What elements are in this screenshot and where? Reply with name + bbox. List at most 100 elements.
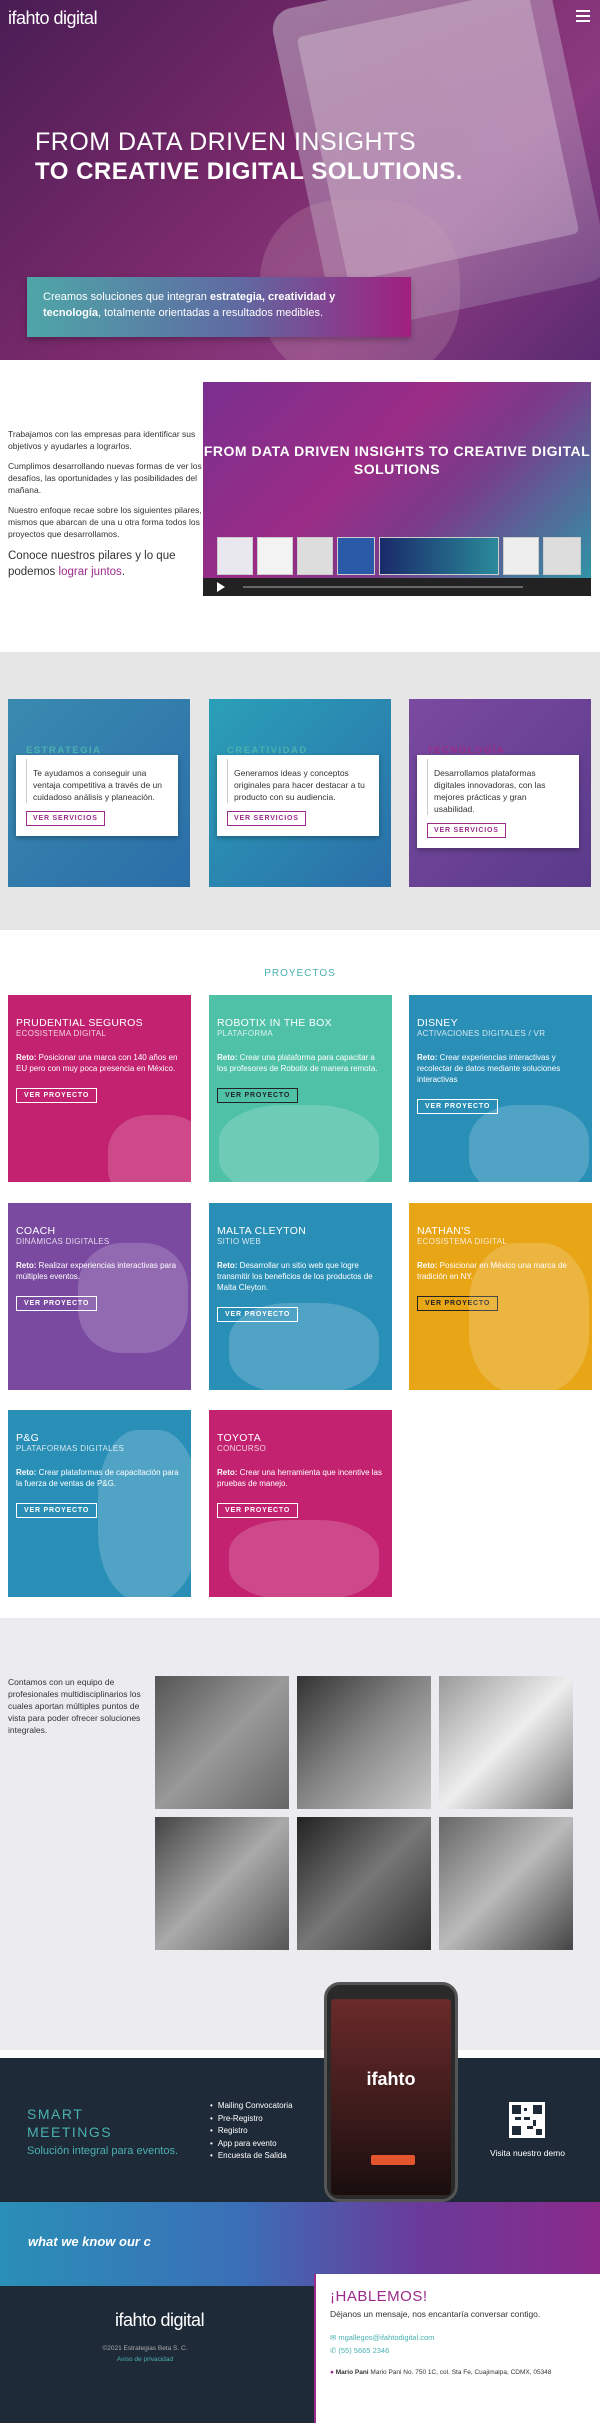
project-reto-text: Desarrollar un sitio web que logre trans… xyxy=(217,1261,373,1292)
intro-paragraph: Trabajamos con las empresas para identif… xyxy=(8,429,196,451)
intro-cta: Conoce nuestros pilares y lo que podemos… xyxy=(8,548,208,580)
team-photo xyxy=(297,1676,431,1809)
project-subtitle: SITIO WEB xyxy=(217,1237,262,1246)
pillar-title: TECNOLOGÍA xyxy=(427,745,506,756)
list-item: Encuesta de Salida xyxy=(210,2150,293,2163)
contact-address-text: Mario Pani No. 750 1C, col. Sta Fe, Cuaj… xyxy=(368,2369,552,2376)
project-reto-text: Posicionar una marca con 140 años en EU … xyxy=(16,1053,178,1073)
smart-subtitle: Solución integral para eventos. xyxy=(27,2145,179,2157)
project-button[interactable]: VER PROYECTO xyxy=(217,1088,299,1103)
project-card-pg: P&G PLATAFORMAS DIGITALES Reto: Crear pl… xyxy=(8,1410,191,1597)
intro-paragraph: Nuestro enfoque recae sobre los siguient… xyxy=(8,505,202,539)
project-subtitle: DINÁMICAS DIGITALES xyxy=(16,1237,110,1246)
pillar-button[interactable]: VER SERVICIOS xyxy=(26,811,105,826)
video-player[interactable]: FROM DATA DRIVEN INSIGHTS TO CREATIVE DI… xyxy=(203,382,591,596)
pillar-tecnologia: TECNOLOGÍA Desarrollamos plataformas dig… xyxy=(409,699,591,887)
smart-title-line: SMART xyxy=(27,2106,84,2122)
hero-title-line2: TO CREATIVE DIGITAL SOLUTIONS. xyxy=(35,158,463,185)
privacy-link[interactable]: Aviso de privacidad xyxy=(90,2356,200,2363)
contact-title: ¡HABLEMOS! xyxy=(330,2288,428,2305)
list-item: Pre-Registro xyxy=(210,2113,293,2126)
page: ifahto digital FROM DATA DRIVEN INSIGHTS… xyxy=(0,0,600,2423)
play-icon[interactable] xyxy=(217,582,225,592)
footer-copyright: ©2021 Estrategias Beta S. C. xyxy=(102,2345,188,2352)
footer-logo[interactable]: ifahto digital xyxy=(115,2310,205,2331)
project-button[interactable]: VER PROYECTO xyxy=(417,1099,499,1114)
hero-tagline-box: Creamos soluciones que integran estrateg… xyxy=(27,277,411,337)
intro-cta-end: . xyxy=(121,566,126,578)
project-subtitle: ACTIVACIONES DIGITALES / VR xyxy=(417,1029,546,1038)
contact-subtitle: Déjanos un mensaje, nos encantaría conve… xyxy=(330,2309,541,2319)
project-card-toyota: TOYOTA CONCURSO Reto: Crear una herramie… xyxy=(209,1410,392,1597)
hero-tagline-post: , totalmente orientadas a resultados med… xyxy=(98,307,324,319)
video-progress-bar[interactable] xyxy=(243,586,523,588)
project-name: MALTA CLEYTON xyxy=(217,1225,307,1237)
logo[interactable]: ifahto digital xyxy=(8,8,98,29)
project-reto-label: Reto: xyxy=(217,1468,238,1477)
project-button[interactable]: VER PROYECTO xyxy=(16,1088,98,1103)
pillar-button[interactable]: VER SERVICIOS xyxy=(227,811,306,826)
project-card-coach: COACH DINÁMICAS DIGITALES Reto: Realizar… xyxy=(8,1203,191,1390)
project-card-malta: MALTA CLEYTON SITIO WEB Reto: Desarrolla… xyxy=(209,1203,392,1390)
team-photo xyxy=(155,1817,289,1950)
project-button[interactable]: VER PROYECTO xyxy=(217,1503,299,1518)
project-description: Reto: Crear experiencias interactivas y … xyxy=(417,1052,584,1085)
qr-label[interactable]: Visita nuestro demo xyxy=(490,2148,565,2158)
project-name: NATHAN'S xyxy=(417,1225,471,1237)
pillar-creatividad: CREATIVIDAD Generamos ideas y conceptos … xyxy=(209,699,391,887)
team-photo xyxy=(439,1676,573,1809)
contact-panel: ¡HABLEMOS! Déjanos un mensaje, nos encan… xyxy=(314,2274,600,2423)
project-subtitle: PLATAFORMA xyxy=(217,1029,274,1038)
project-description: Reto: Crear una plataforma para capacita… xyxy=(217,1052,384,1074)
phone-logo: ifahto xyxy=(366,2069,416,2089)
project-description: Reto: Posicionar una marca con 140 años … xyxy=(16,1052,183,1074)
phone-screen: ifahto xyxy=(331,1999,451,2195)
project-card-robotix: ROBOTIX IN THE BOX PLATAFORMA Reto: Crea… xyxy=(209,995,392,1182)
contact-address: ● Mario Pani Mario Pani No. 750 1C, col.… xyxy=(330,2369,586,2376)
project-card-nathans: NATHAN'S ECOSISTEMA DIGITAL Reto: Posici… xyxy=(409,1203,592,1390)
project-subtitle: ECOSISTEMA DIGITAL xyxy=(16,1029,107,1038)
pillar-text: Desarrollamos plataformas digitales inno… xyxy=(427,759,569,815)
projects-heading: PROYECTOS xyxy=(264,968,336,979)
marquee-text: what we know our c xyxy=(28,2234,151,2249)
qr-code-icon[interactable] xyxy=(509,2102,545,2138)
phone-button xyxy=(371,2155,415,2165)
pillar-card: CREATIVIDAD Generamos ideas y conceptos … xyxy=(217,745,379,836)
video-thumbnail-strip xyxy=(203,537,591,577)
hamburger-menu-icon[interactable] xyxy=(576,10,590,22)
pillar-card: TECNOLOGÍA Desarrollamos plataformas dig… xyxy=(417,745,579,848)
team-photo xyxy=(155,1676,289,1809)
project-button[interactable]: VER PROYECTO xyxy=(16,1503,98,1518)
team-text: Contamos con un equipo de profesionales … xyxy=(8,1677,141,1735)
project-card-disney: DISNEY ACTIVACIONES DIGITALES / VR Reto:… xyxy=(409,995,592,1182)
contact-phone[interactable]: ✆ (55) 5665 2346 xyxy=(330,2346,586,2355)
pillar-title: ESTRATEGIA xyxy=(26,745,102,756)
pillar-text: Te ayudamos a conseguir una ventaja comp… xyxy=(26,759,168,803)
project-card-prudential: PRUDENTIAL SEGUROS ECOSISTEMA DIGITAL Re… xyxy=(8,995,191,1182)
project-name: DISNEY xyxy=(417,1017,458,1029)
project-reto-label: Reto: xyxy=(16,1468,37,1477)
contact-email-text: mgallegos@ifahtodigital.com xyxy=(338,2333,435,2342)
project-subtitle: PLATAFORMAS DIGITALES xyxy=(16,1444,125,1453)
intro-text: Trabajamos con las empresas para identif… xyxy=(8,428,208,588)
smart-feature-list: Mailing Convocatoria Pre-Registro Regist… xyxy=(210,2100,293,2163)
smart-meetings-section: SMART MEETINGS Solución integral para ev… xyxy=(0,2058,600,2202)
list-item: App para evento xyxy=(210,2138,293,2151)
project-reto-text: Crear experiencias interactivas y recole… xyxy=(417,1053,561,1084)
project-reto-label: Reto: xyxy=(217,1261,238,1270)
smart-title-line: MEETINGS xyxy=(27,2124,113,2140)
intro-cta-link[interactable]: lograr juntos xyxy=(59,566,122,578)
project-name: COACH xyxy=(16,1225,56,1237)
project-reto-text: Crear una herramienta que incentive las … xyxy=(217,1468,382,1488)
project-reto-label: Reto: xyxy=(16,1261,37,1270)
project-name: ROBOTIX IN THE BOX xyxy=(217,1017,332,1029)
list-item: Registro xyxy=(210,2125,293,2138)
pillar-button[interactable]: VER SERVICIOS xyxy=(427,823,506,838)
project-reto-label: Reto: xyxy=(417,1053,438,1062)
project-name: TOYOTA xyxy=(217,1432,261,1444)
pillars-section: ESTRATEGIA Te ayudamos a conseguir una v… xyxy=(0,652,600,930)
smart-title: SMART MEETINGS xyxy=(27,2105,112,2141)
hero-title-line1: FROM DATA DRIVEN INSIGHTS xyxy=(35,128,417,156)
project-description: Reto: Crear una herramienta que incentiv… xyxy=(217,1467,384,1489)
contact-email[interactable]: ✉ mgallegos@ifahtodigital.com xyxy=(330,2333,586,2342)
